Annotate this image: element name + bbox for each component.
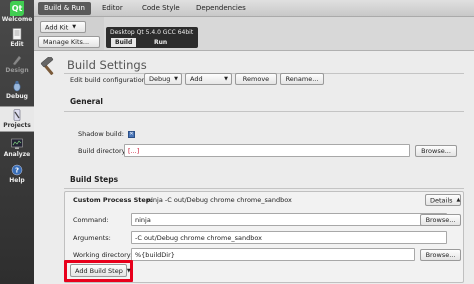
- divider: [64, 188, 464, 189]
- custom-step-title: Custom Process Step:: [73, 196, 154, 204]
- build-directory-field[interactable]: [...]: [124, 144, 410, 157]
- edit-document-icon: [12, 28, 22, 40]
- kit-name: Desktop Qt 5.4.0 GCC 64bit: [110, 29, 194, 36]
- details-label: Details: [430, 196, 453, 205]
- browse-build-dir-button[interactable]: Browse...: [415, 145, 457, 157]
- bug-icon: [13, 80, 21, 92]
- tab-code-style[interactable]: Code Style: [136, 2, 186, 15]
- command-label: Command:: [73, 216, 109, 224]
- manage-kits-button[interactable]: Manage Kits...: [38, 36, 100, 48]
- chevron-down-icon: ▼: [174, 76, 178, 82]
- qt-logo-icon: Qt: [10, 1, 24, 16]
- mode-label: Debug: [6, 93, 28, 100]
- shadow-build-checkbox[interactable]: ✕: [128, 131, 135, 138]
- add-build-step-button[interactable]: Add Build Step ▼: [70, 264, 131, 277]
- mode-label: Welcome: [1, 16, 33, 23]
- arguments-field[interactable]: -C out/Debug chrome chrome_sandbox: [131, 231, 447, 244]
- mode-label: Edit: [10, 41, 24, 48]
- mode-design[interactable]: Design: [0, 52, 34, 78]
- project-tab-bar: Build & Run Editor Code Style Dependenci…: [34, 0, 474, 17]
- chevron-down-icon: ▼: [224, 76, 228, 82]
- add-config-label: Add: [190, 75, 203, 83]
- build-settings-pane: Build Settings Edit build configuration:…: [34, 50, 474, 284]
- kit-panel: Add Kit ▼ Manage Kits...: [34, 17, 104, 50]
- general-heading: General: [70, 97, 103, 106]
- add-kit-label: Add Kit: [45, 23, 69, 32]
- mode-analyze[interactable]: Analyze: [0, 136, 34, 162]
- working-directory-field[interactable]: %{buildDir}: [131, 248, 415, 261]
- mode-welcome[interactable]: Qt Welcome: [0, 0, 34, 26]
- mode-label: Help: [9, 177, 25, 184]
- add-kit-button[interactable]: Add Kit ▼: [40, 21, 86, 33]
- build-config-value: Debug: [149, 75, 171, 83]
- tab-editor[interactable]: Editor: [96, 2, 129, 15]
- hammer-icon: [40, 57, 54, 75]
- build-steps-heading: Build Steps: [70, 175, 119, 184]
- build-config-select[interactable]: Debug ▼: [144, 73, 182, 85]
- add-config-button[interactable]: Add ▼: [185, 73, 232, 85]
- mode-label: Design: [5, 67, 29, 74]
- kit-tab-run[interactable]: Run: [150, 38, 171, 47]
- kit-selector: Desktop Qt 5.4.0 GCC 64bit Build Run: [106, 27, 198, 48]
- projects-wrench-icon: [13, 109, 21, 121]
- analyze-monitor-icon: [11, 138, 23, 149]
- arguments-label: Arguments:: [73, 234, 111, 242]
- tab-dependencies[interactable]: Dependencies: [190, 2, 252, 15]
- mode-sidebar: Qt Welcome Edit Design Debug Projects An…: [0, 0, 34, 284]
- mode-label: Analyze: [3, 151, 31, 158]
- kit-tab-build[interactable]: Build: [111, 38, 137, 47]
- mode-debug[interactable]: Debug: [0, 78, 34, 104]
- remove-config-button[interactable]: Remove: [235, 73, 277, 85]
- mode-help[interactable]: ? Help: [0, 162, 34, 188]
- add-build-step-label: Add Build Step: [75, 267, 123, 275]
- mode-projects[interactable]: Projects: [0, 106, 34, 132]
- divider: [64, 111, 464, 112]
- design-pen-icon: [12, 55, 22, 66]
- browse-workdir-button[interactable]: Browse...: [420, 249, 461, 261]
- help-icon: ?: [11, 164, 23, 176]
- rename-config-button[interactable]: Rename...: [280, 73, 324, 85]
- svg-text:?: ?: [15, 167, 19, 175]
- custom-step-summary: ninja -C out/Debug chrome chrome_sandbox: [147, 196, 292, 204]
- working-directory-label: Working directory:: [73, 251, 133, 259]
- build-directory-label: Build directory:: [78, 147, 128, 155]
- shadow-build-label: Shadow build:: [78, 130, 124, 138]
- chevron-down-icon: ▼: [126, 268, 131, 274]
- page-title: Build Settings: [67, 58, 147, 72]
- mode-edit[interactable]: Edit: [0, 26, 34, 52]
- details-toggle-button[interactable]: Details ▲: [425, 194, 461, 206]
- command-field[interactable]: ninja: [131, 213, 447, 226]
- browse-command-button[interactable]: Browse...: [420, 214, 461, 226]
- chevron-up-icon: ▲: [456, 197, 461, 203]
- mode-label: Projects: [3, 122, 31, 129]
- tab-build-run[interactable]: Build & Run: [38, 2, 91, 15]
- chevron-down-icon: ▼: [72, 24, 77, 30]
- edit-config-label: Edit build configuration:: [70, 76, 149, 84]
